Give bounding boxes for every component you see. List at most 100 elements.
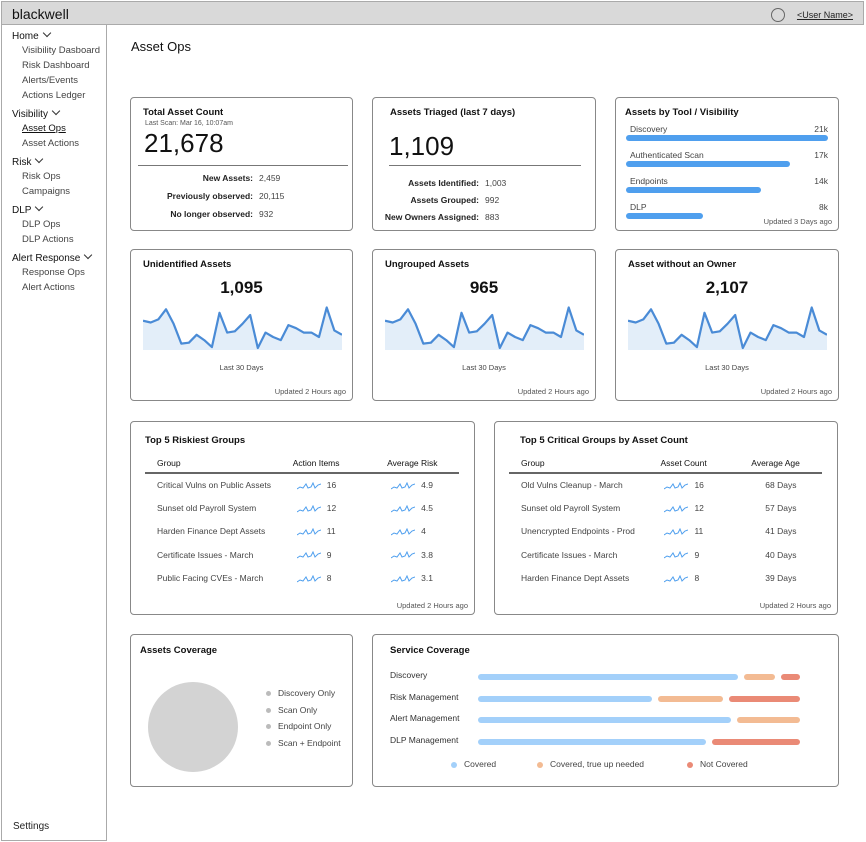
cell: 16	[694, 480, 704, 491]
legend-item[interactable]: Covered	[451, 759, 537, 769]
service-label: Alert Management	[390, 713, 460, 723]
column-header[interactable]: Group	[145, 458, 293, 474]
sidebar-section-label[interactable]: Home	[12, 31, 39, 42]
cell: 40 Days	[765, 549, 797, 560]
cell: 68 Days	[765, 480, 797, 491]
sidebar-section-0[interactable]: Home	[12, 28, 106, 43]
card-title: Assets by Tool / Visibility	[625, 107, 739, 118]
table-row[interactable]: Harden Finance Dept Assets 11 4	[145, 520, 459, 543]
sidebar-item[interactable]: Risk Ops	[22, 169, 106, 184]
service-row: Discovery	[390, 670, 800, 682]
column-header[interactable]: Action Items	[292, 458, 388, 474]
coverage-segment[interactable]	[478, 738, 706, 745]
sidebar-item[interactable]: Actions Ledger	[22, 88, 106, 103]
legend-item[interactable]: Discovery Only	[266, 685, 341, 702]
sidebar-item[interactable]: DLP Ops	[22, 217, 106, 232]
tool-bar[interactable]	[626, 161, 790, 167]
sidebar-section-label[interactable]: Alert Response	[12, 253, 80, 264]
sidebar: Home Visibility Dasboard Risk Dashboard Ale…	[1, 25, 107, 841]
stat-label: New Assets:	[202, 173, 253, 183]
tool-bar[interactable]	[626, 187, 761, 193]
cell: Sunset old Payroll System	[157, 502, 257, 513]
coverage-segment[interactable]	[781, 674, 800, 680]
legend-item[interactable]: Scan Only	[266, 702, 341, 719]
legend-item[interactable]: Covered, true up needed	[537, 759, 687, 769]
sidebar-section-1[interactable]: Visibility	[12, 106, 106, 121]
table-row[interactable]: Old Vulns Cleanup - March 16 68 Days	[509, 473, 822, 496]
mini-sparkline-icon	[391, 481, 416, 490]
chevron-down-icon[interactable]	[35, 154, 44, 164]
coverage-segment[interactable]	[478, 695, 652, 702]
table-row[interactable]: Certificate Issues - March 9 40 Days	[509, 543, 822, 566]
chevron-down-icon[interactable]	[51, 106, 61, 116]
sparkline-chart[interactable]	[143, 302, 342, 360]
coverage-segment[interactable]	[478, 717, 731, 723]
table-row[interactable]: Unencrypted Endpoints - Prod 11 41 Days	[509, 520, 822, 543]
sidebar-item[interactable]: Asset Actions	[22, 136, 106, 151]
settings-link[interactable]: Settings	[13, 821, 49, 832]
table-row[interactable]: Certificate Issues - March 9 3.8	[145, 543, 459, 566]
sparkline-chart[interactable]	[385, 302, 584, 360]
sidebar-item[interactable]: Risk Dashboard	[22, 58, 106, 73]
sparkline-chart[interactable]	[628, 302, 827, 360]
sidebar-item[interactable]: Alerts/Events	[22, 73, 106, 88]
user-name[interactable]: <User Name>	[797, 10, 853, 20]
cell: 57 Days	[765, 502, 797, 513]
table-row[interactable]: Sunset old Payroll System 12 4.5	[145, 496, 459, 519]
coverage-segment[interactable]	[744, 674, 776, 680]
sidebar-item[interactable]: Visibility Dasboard	[22, 43, 106, 58]
sidebar-section-label[interactable]: Visibility	[12, 109, 48, 120]
stat-value: 1,003	[485, 178, 507, 188]
column-header[interactable]: Asset Count	[660, 458, 752, 474]
divider	[389, 165, 581, 166]
sidebar-item[interactable]: Asset Ops	[22, 121, 106, 136]
legend-item[interactable]: Endpoint Only	[266, 718, 341, 735]
sidebar-item[interactable]: Response Ops	[22, 265, 106, 280]
coverage-pie[interactable]	[148, 682, 238, 772]
column-header[interactable]: Group	[509, 458, 661, 474]
divider	[138, 165, 348, 166]
cell: 11	[326, 526, 336, 537]
updated-text: Updated 2 Hours ago	[760, 387, 832, 396]
user-menu[interactable]: <User Name>	[770, 8, 853, 22]
table-row[interactable]: Public Facing CVEs - March 8 3.1	[145, 566, 459, 589]
cell: 4.9	[421, 480, 433, 491]
sidebar-item[interactable]: DLP Actions	[22, 232, 106, 247]
legend-dot-icon	[266, 740, 271, 746]
table-row[interactable]: Sunset old Payroll System 12 57 Days	[509, 496, 822, 519]
legend-label: Scan + Endpoint	[278, 737, 341, 748]
tool-bar[interactable]	[626, 135, 828, 141]
service-label: Discovery	[390, 670, 428, 680]
trend-card: Asset without an Owner 2,107 Last 30 Days U…	[615, 249, 839, 401]
updated-text: Updated 2 Hours ago	[759, 601, 831, 610]
card-title: Assets Triaged (last 7 days)	[390, 107, 516, 118]
stat-value: 20,115	[259, 191, 285, 201]
stat-row: No longer observed: 932	[131, 209, 273, 219]
coverage-segment[interactable]	[478, 674, 739, 680]
legend-item[interactable]: Not Covered	[687, 759, 787, 769]
cell: 8	[326, 572, 332, 583]
sidebar-section-3[interactable]: DLP	[12, 202, 106, 217]
table-row[interactable]: Harden Finance Dept Assets 8 39 Days	[509, 566, 822, 589]
coverage-segment[interactable]	[728, 695, 800, 702]
sidebar-section-label[interactable]: DLP	[12, 205, 31, 216]
sidebar-section-2[interactable]: Risk	[12, 154, 106, 169]
coverage-segment[interactable]	[711, 738, 800, 745]
legend-item[interactable]: Scan + Endpoint	[266, 735, 341, 752]
chevron-down-icon[interactable]	[84, 250, 93, 260]
coverage-segment[interactable]	[657, 695, 723, 702]
service-row: Alert Management	[390, 713, 800, 725]
coverage-segment[interactable]	[736, 717, 800, 723]
tool-bar[interactable]	[626, 213, 703, 219]
stat-value: 932	[259, 209, 274, 219]
sidebar-item[interactable]: Campaigns	[22, 184, 106, 199]
sidebar-section-label[interactable]: Risk	[12, 157, 31, 168]
sidebar-item[interactable]: Alert Actions	[22, 280, 106, 295]
chevron-down-icon[interactable]	[35, 202, 44, 212]
column-header[interactable]: Average Risk	[387, 458, 459, 474]
sidebar-section-4[interactable]: Alert Response	[12, 250, 106, 265]
column-header[interactable]: Average Age	[751, 458, 822, 474]
tool-value: 17k	[814, 150, 828, 160]
table-row[interactable]: Critical Vulns on Public Assets 16 4.9	[145, 473, 459, 496]
chevron-down-icon[interactable]	[42, 28, 51, 38]
